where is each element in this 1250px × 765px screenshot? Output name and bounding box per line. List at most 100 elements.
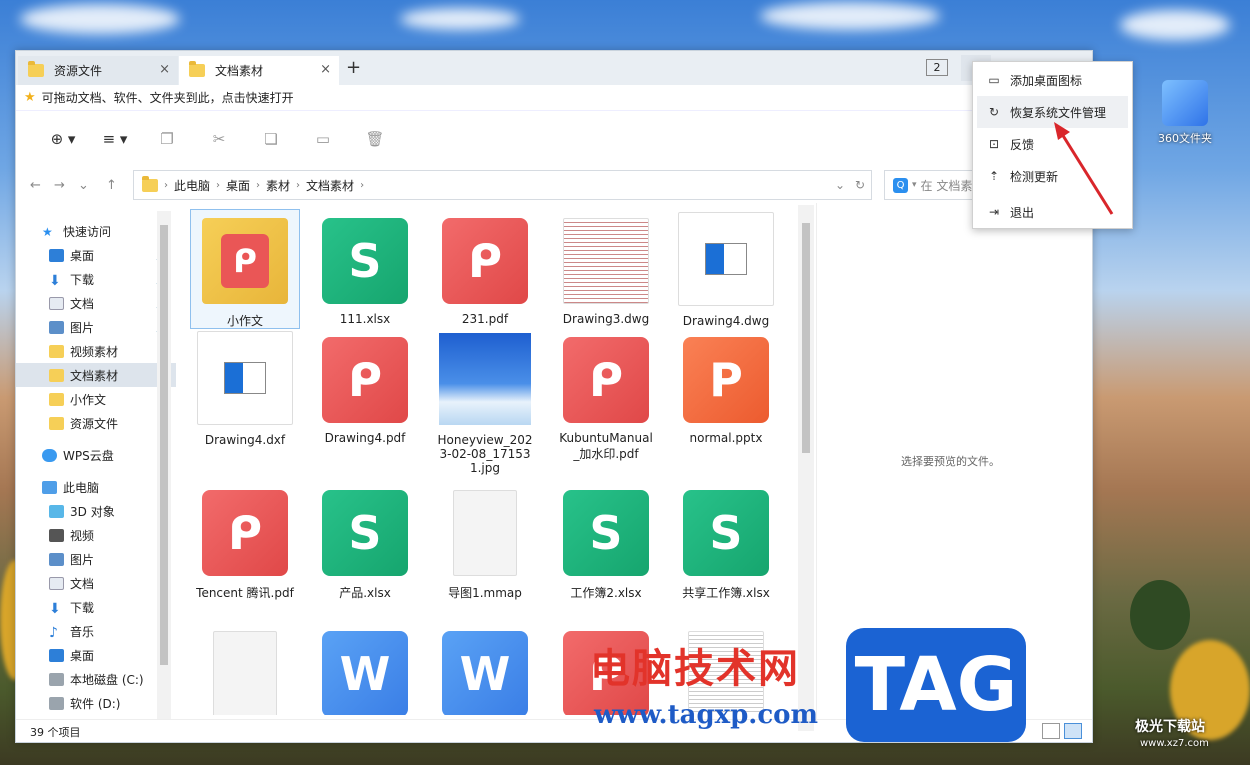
breadcrumb-item[interactable]: 素材 [266,177,290,194]
sidebar-item-essay[interactable]: 小作文 [16,387,176,411]
sidebar-item-quick-access[interactable]: ★ 快速访问 [16,219,176,243]
file-item[interactable]: S 111.xlsx [311,210,419,328]
sidebar-scrollbar[interactable] [157,211,171,719]
folder-icon [49,416,64,430]
scrollbar-thumb[interactable] [802,223,810,453]
back-icon[interactable]: ← [30,178,41,193]
sidebar-label: 下载 [70,272,95,287]
sidebar-item-3d-objects[interactable]: 3D 对象 [16,499,176,523]
sidebar-item-downloads-pc[interactable]: ⬇ 下载 [16,595,176,619]
sidebar-label: 资源文件 [70,416,119,431]
desktop-shortcut-360-folder[interactable]: 360文件夹 [1150,80,1220,146]
quick-access-bar[interactable]: ★ 可拖动文档、软件、文件夹到此，点击快速打开 [16,85,1092,111]
sidebar-item-desktop[interactable]: 桌面📌 [16,243,176,267]
search-input[interactable]: Q ▾ 在 文档素 [884,170,984,200]
sidebar-item-document-assets[interactable]: 文档素材 [16,363,176,387]
history-chevron-icon[interactable]: ⌄ [78,178,89,193]
sidebar-label: 小作文 [70,392,107,407]
sidebar-label: WPS云盘 [63,448,114,463]
sidebar-item-documents[interactable]: 文档📌 [16,291,176,315]
file-item[interactable]: S 工作簿2.xlsx [552,482,660,612]
menu-item-check-update[interactable]: ⇡ 检测更新 [973,160,1132,192]
menu-item-feedback[interactable]: ⊡ 反馈 [973,128,1132,160]
file-item[interactable]: W [431,623,539,715]
file-item[interactable]: Drawing4.dwg [672,210,780,328]
breadcrumb-item[interactable]: 此电脑 [174,177,210,194]
forward-icon[interactable]: → [54,178,65,193]
delete-icon[interactable]: 🗑 [354,124,396,154]
drive-icon [49,672,64,686]
file-item[interactable]: Honeyview_2023-02-08_171531.jpg [431,329,539,475]
address-bar[interactable]: › 此电脑 › 桌面 › 素材 › 文档素材 › ⌄ ↻ [133,170,872,200]
sidebar-item-pictures-pc[interactable]: 图片 [16,547,176,571]
sidebar-item-documents-pc[interactable]: 文档 [16,571,176,595]
large-icons-view-icon[interactable] [1064,723,1082,739]
cloud [760,2,940,30]
word-document-icon: W [322,631,408,715]
cloud [1120,10,1230,40]
presentation-icon: P [683,337,769,423]
file-item[interactable]: 导图1.mmap [431,482,539,612]
file-item[interactable] [191,623,299,715]
sidebar-label: 下载 [70,600,95,615]
file-item[interactable]: P normal.pptx [672,329,780,469]
drive-icon [49,696,64,710]
sidebar-item-resource-files[interactable]: 资源文件 [16,411,176,435]
desktop-icon [49,248,64,262]
file-item[interactable]: ᑭ 小作文 [190,209,300,329]
up-icon[interactable]: ↑ [106,178,117,193]
preview-placeholder: 选择要预览的文件。 [901,455,1000,468]
file-grid-scrollbar[interactable] [798,205,814,731]
file-item[interactable]: ᑭ Drawing4.pdf [311,329,419,469]
file-item[interactable]: W [311,623,419,715]
close-icon[interactable]: × [159,62,170,77]
exit-icon: ⇥ [988,205,1000,219]
menu-item-restore-system-file-manager[interactable]: ↻ 恢复系统文件管理 [977,96,1128,128]
chevron-down-icon[interactable]: ▾ [912,180,917,190]
sidebar-label: 3D 对象 [70,504,115,519]
details-view-icon[interactable] [1042,723,1060,739]
file-item[interactable]: ᑭ KubuntuManual_加水印.pdf [552,329,660,469]
sidebar-item-drive-c[interactable]: 本地磁盘 (C:) [16,667,176,691]
tab-document-assets[interactable]: 文档素材 × [179,56,339,85]
sidebar-item-downloads[interactable]: ⬇下载📌 [16,267,176,291]
sidebar-item-this-pc[interactable]: 此电脑 [16,475,176,499]
file-item[interactable]: ᑭ Tencent 腾讯.pdf [191,482,299,612]
sidebar-item-video-assets[interactable]: 视频素材 [16,339,176,363]
file-item[interactable]: S 产品.xlsx [311,482,419,612]
sidebar-item-desktop-pc[interactable]: 桌面 [16,643,176,667]
cut-icon[interactable]: ✂ [198,124,240,154]
sidebar-item-wps-cloud[interactable]: WPS云盘 [16,443,176,467]
breadcrumb-item[interactable]: 文档素材 [306,177,354,194]
watermark-logo: TAG [846,628,1026,742]
sidebar-item-pictures[interactable]: 图片📌 [16,315,176,339]
picture-icon [49,552,64,566]
menu-item-add-desktop-icon[interactable]: ▭ 添加桌面图标 [973,64,1132,96]
download-icon: ⬇ [49,600,61,617]
scrollbar-thumb[interactable] [160,225,168,665]
tab-count-badge[interactable]: 2 [926,59,948,76]
pdf-icon: ᑭ [322,337,408,423]
paste-icon[interactable]: ❏ [250,124,292,154]
sidebar-item-drive-d[interactable]: 软件 (D:) [16,691,176,715]
refresh-icon[interactable]: ↻ [855,178,865,192]
file-item[interactable]: Drawing3.dwg [552,210,660,328]
close-icon[interactable]: × [320,62,331,77]
menu-item-exit[interactable]: ⇥ 退出 [973,196,1132,228]
new-tab-button[interactable]: + [346,57,361,78]
computer-icon [42,480,57,494]
breadcrumb-item[interactable]: 桌面 [226,177,250,194]
file-item[interactable]: S 共享工作簿.xlsx [672,482,780,612]
sidebar-label: 快速访问 [63,224,112,239]
tab-resource-files[interactable]: 资源文件 × [18,56,178,85]
chevron-down-icon[interactable]: ⌄ [835,178,845,192]
file-item[interactable]: ᑭ 231.pdf [431,210,539,328]
new-button[interactable]: ⊕ ▾ [42,124,84,154]
view-menu-icon[interactable]: ≡ ▾ [94,124,136,154]
rename-icon[interactable]: ▭ [302,124,344,154]
sidebar-item-videos[interactable]: 视频 [16,523,176,547]
sidebar-item-music[interactable]: ♪ 音乐 [16,619,176,643]
folder-icon [189,61,205,77]
copy-icon[interactable]: ❐ [146,124,188,154]
file-item[interactable]: Drawing4.dxf [191,329,299,469]
